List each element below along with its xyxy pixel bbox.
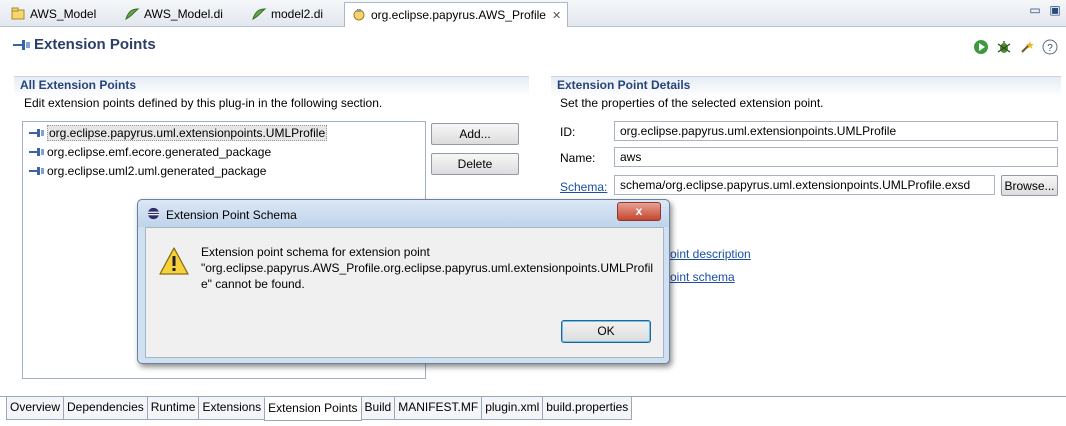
tab-extensions[interactable]: Extensions — [198, 397, 266, 420]
editor-tab-label: org.eclipse.papyrus.AWS_Profile — [371, 8, 546, 22]
extension-point-icon — [13, 40, 30, 50]
tab-dependencies[interactable]: Dependencies — [63, 397, 148, 420]
list-item[interactable]: org.eclipse.emf.ecore.generated_package — [29, 143, 271, 160]
section-title-extension-point-details: Extension Point Details — [557, 78, 691, 92]
dialog-message-line: Extension point schema for extension poi… — [201, 245, 430, 259]
dialog-message: Extension point schema for extension poi… — [201, 244, 656, 292]
page-tabs: Overview Dependencies Runtime Extensions… — [6, 397, 633, 421]
editor-tab-label: model2.di — [271, 6, 324, 21]
dialog-title: Extension Point Schema — [166, 208, 297, 222]
help-icon[interactable]: ? — [1042, 39, 1058, 55]
editor-tab-aws-model[interactable]: AWS_Model — [4, 2, 102, 25]
editor-tab-label: AWS_Model.di — [144, 6, 223, 21]
maximize-icon[interactable]: ▣ — [1048, 4, 1062, 18]
id-label: ID: — [560, 125, 576, 139]
edit-description-link[interactable]: oint description — [670, 247, 751, 261]
tab-manifest-mf[interactable]: MANIFEST.MF — [394, 397, 483, 420]
ok-button[interactable]: OK — [561, 320, 651, 343]
papyrus-di-icon — [252, 7, 267, 20]
tab-plugin-xml[interactable]: plugin.xml — [481, 397, 544, 420]
editor-tab-label: AWS_Model — [30, 6, 97, 21]
extension-point-icon — [29, 128, 44, 137]
debug-icon[interactable] — [996, 39, 1012, 55]
dialog-body: Extension point schema for extension poi… — [145, 227, 664, 358]
window-controls: ▭ ▣ — [1028, 4, 1062, 18]
list-item-label: org.eclipse.emf.ecore.generated_package — [47, 144, 272, 159]
export-wizard-icon[interactable] — [1019, 39, 1035, 55]
add-button[interactable]: Add... — [431, 123, 519, 145]
schema-link[interactable]: Schema: — [560, 180, 607, 194]
list-item-label: org.eclipse.papyrus.uml.extensionpoints.… — [47, 124, 328, 141]
svg-text:?: ? — [1047, 43, 1053, 54]
tab-extension-points[interactable]: Extension Points — [264, 397, 362, 421]
section-description: Edit extension points defined by this pl… — [24, 96, 383, 110]
list-item[interactable]: org.eclipse.papyrus.uml.extensionpoints.… — [29, 124, 328, 141]
editor-tab-aws-profile[interactable]: org.eclipse.papyrus.AWS_Profile ✕ — [344, 2, 569, 27]
plugin-manifest-icon — [353, 9, 365, 21]
list-item-label: org.eclipse.uml2.uml.generated_package — [47, 163, 267, 178]
list-item[interactable]: org.eclipse.uml2.uml.generated_package — [29, 162, 266, 179]
extension-point-icon — [29, 166, 44, 175]
tab-overview[interactable]: Overview — [6, 397, 65, 420]
open-schema-link[interactable]: oint schema — [670, 270, 735, 284]
form-header: Extension Points ? — [0, 27, 1066, 63]
section-description: Set the properties of the selected exten… — [560, 96, 824, 110]
tab-build-properties[interactable]: build.properties — [542, 397, 633, 420]
name-label: Name: — [560, 151, 596, 165]
dialog-message-line: "org.eclipse.papyrus.AWS_Profile.org.ecl… — [201, 261, 654, 275]
id-field[interactable]: org.eclipse.papyrus.uml.extensionpoints.… — [614, 121, 1058, 141]
tab-runtime[interactable]: Runtime — [146, 397, 200, 420]
delete-button[interactable]: Delete — [431, 153, 519, 175]
tab-build[interactable]: Build — [360, 397, 396, 420]
page-title: Extension Points — [34, 36, 156, 53]
minimize-icon[interactable]: ▭ — [1028, 4, 1042, 18]
close-icon[interactable]: ✕ — [552, 9, 561, 22]
extension-point-icon — [29, 147, 44, 156]
schema-field[interactable]: schema/org.eclipse.papyrus.uml.extension… — [614, 175, 995, 195]
warning-icon — [159, 247, 189, 275]
form-toolbar: ? — [973, 39, 1058, 55]
editor-tab-aws-model-di[interactable]: AWS_Model.di — [118, 2, 229, 25]
name-field[interactable]: aws — [614, 147, 1058, 167]
editor-tab-bar: AWS_Model AWS_Model.di model2.di org.ecl… — [0, 0, 1066, 27]
close-button[interactable]: x — [617, 202, 661, 221]
dialog-message-line: e" cannot be found. — [201, 277, 305, 291]
run-icon[interactable] — [973, 39, 989, 55]
papyrus-di-icon — [125, 7, 140, 20]
editor-tab-model2-di[interactable]: model2.di — [245, 2, 329, 25]
eclipse-icon — [147, 207, 160, 220]
browse-button[interactable]: Browse... — [1001, 175, 1058, 196]
uml-model-icon — [11, 7, 25, 19]
dialog-titlebar[interactable]: Extension Point Schema x — [138, 200, 669, 227]
extension-point-schema-dialog: Extension Point Schema x Extension point… — [137, 199, 670, 364]
section-title-all-extension-points: All Extension Points — [20, 78, 137, 92]
